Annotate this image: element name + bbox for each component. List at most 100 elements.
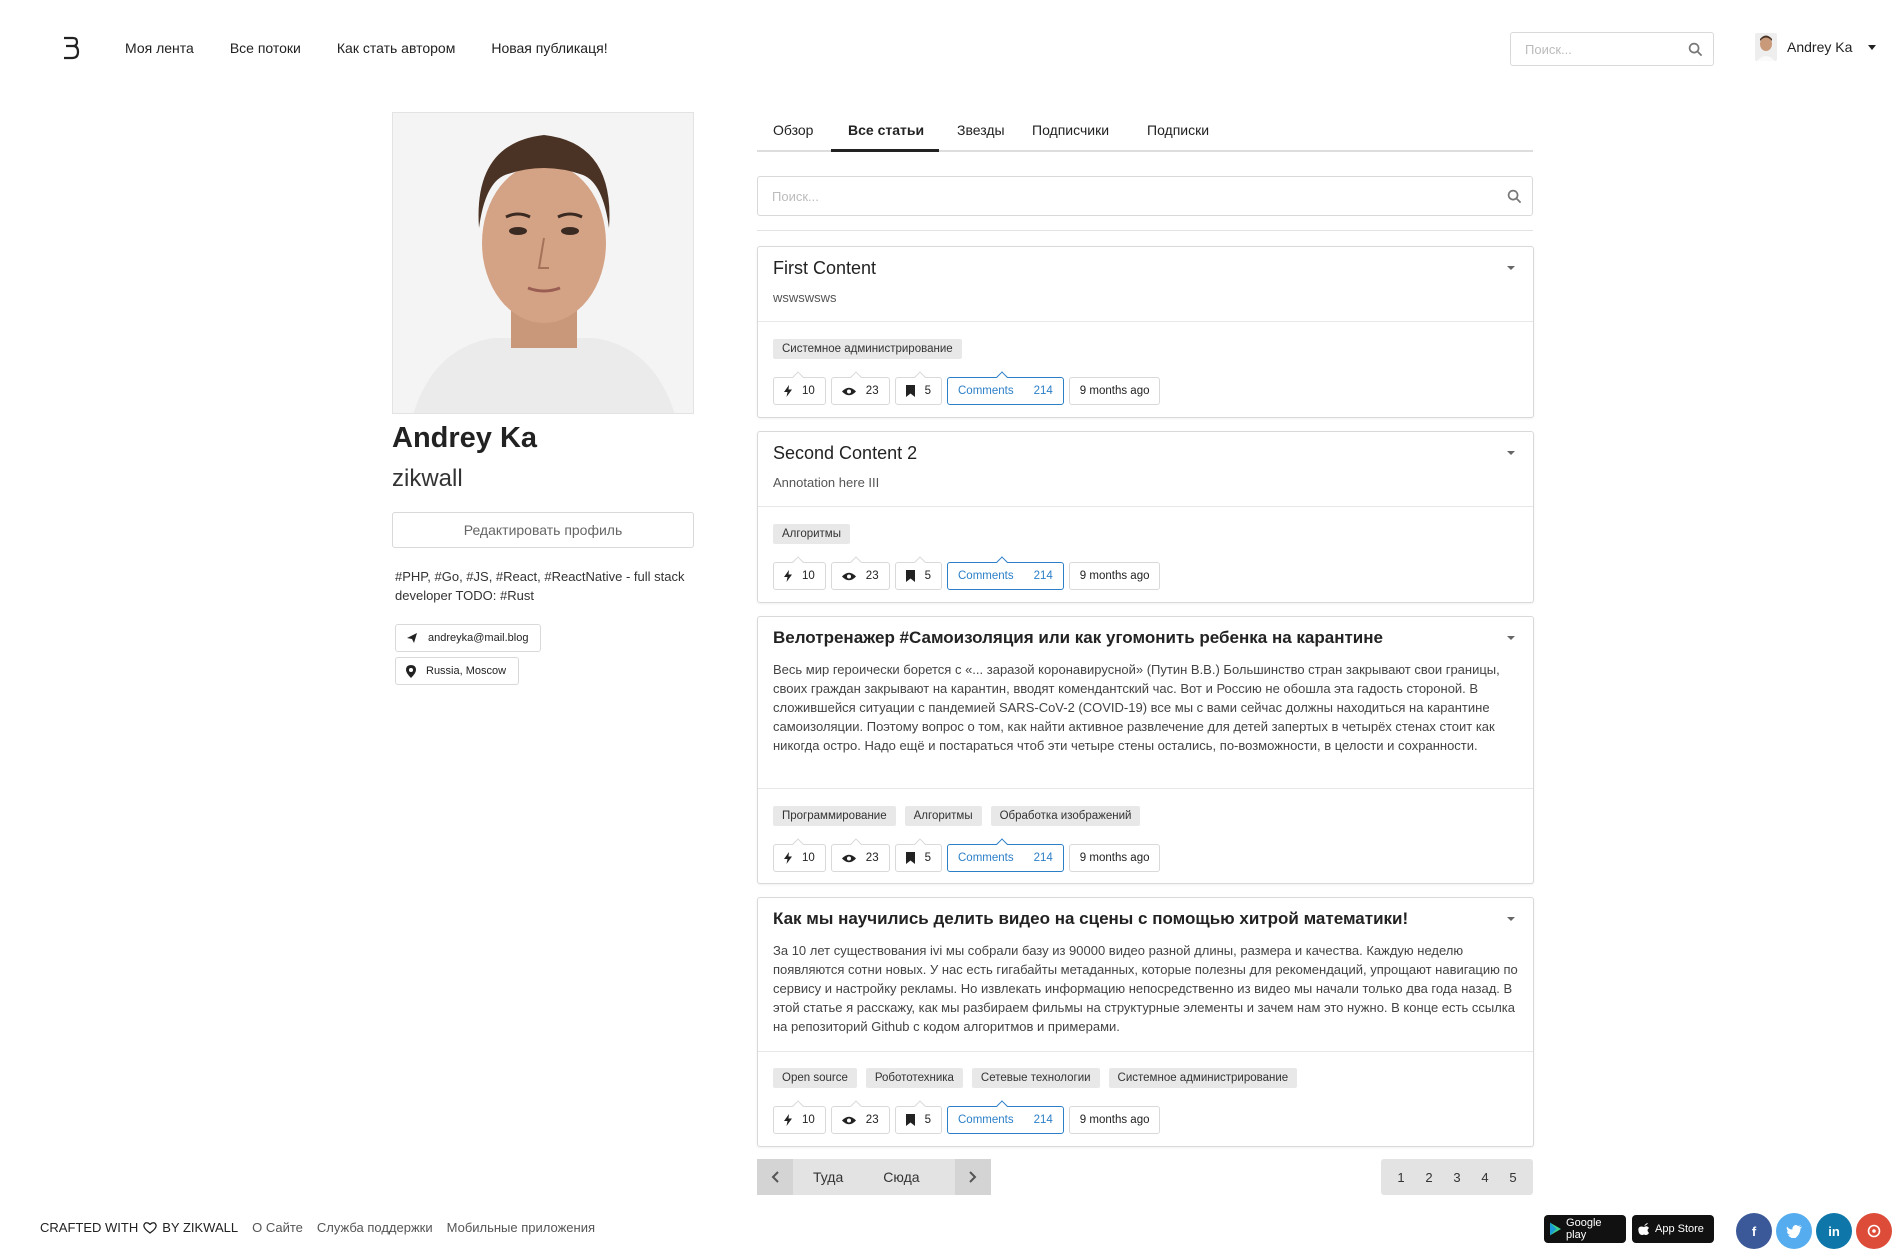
tag[interactable]: Робототехника (865, 1068, 963, 1088)
views-stat[interactable]: 23 (830, 1100, 890, 1134)
chevron-down-icon (1868, 44, 1877, 50)
tag[interactable]: Системное администрирование (1108, 1068, 1298, 1088)
tab-followers[interactable]: Подписчики (1032, 122, 1109, 138)
logo-icon[interactable] (62, 36, 80, 60)
nav-search-input[interactable] (1511, 33, 1681, 65)
content-card: Велотренажер #Самоизоляция или как угомо… (757, 616, 1534, 884)
footer-link-support[interactable]: Служба поддержки (317, 1220, 433, 1235)
published-time: 9 months ago (1068, 844, 1161, 872)
tab-stars[interactable]: Звезды (957, 122, 1005, 138)
eye-icon (841, 854, 856, 862)
location-chip: Russia, Moscow (395, 657, 520, 685)
content-card: Second Content 2 Annotation here III Алг… (757, 431, 1534, 603)
google-play-badge[interactable]: Google play (1544, 1215, 1626, 1243)
tag-list: Программирование Алгоритмы Обработка изо… (773, 806, 1141, 826)
likes-count: 10 (802, 1114, 815, 1126)
tag[interactable]: Системное администрирование (773, 339, 962, 359)
card-title[interactable]: First Content (773, 258, 876, 279)
facebook-icon[interactable]: f (1736, 1213, 1772, 1249)
tab-all-articles[interactable]: Все статьи (848, 122, 924, 138)
tab-subscriptions[interactable]: Подписки (1147, 122, 1209, 138)
divider (757, 230, 1533, 231)
pager-prev-label[interactable]: Туда (813, 1169, 843, 1185)
card-stats: 10 23 5 Comments 214 9 months ago (773, 838, 1161, 872)
search-icon[interactable] (1688, 42, 1703, 57)
bookmarks-count: 5 (924, 852, 931, 864)
heart-icon (143, 1221, 157, 1234)
bookmark-icon (905, 385, 915, 397)
top-navbar: Моя лента Все потоки Как стать автором Н… (0, 0, 1903, 100)
card-title[interactable]: Second Content 2 (773, 443, 917, 464)
tag[interactable]: Сетевые технологии (971, 1068, 1100, 1088)
views-stat[interactable]: 23 (830, 556, 890, 590)
profile-location: Russia, Moscow (426, 665, 507, 677)
likes-stat[interactable]: 10 (773, 1100, 826, 1134)
eye-icon (841, 387, 856, 395)
edit-profile-button[interactable]: Редактировать профиль (392, 512, 694, 548)
user-menu[interactable]: Andrey Ka (1755, 33, 1877, 61)
bookmarks-stat[interactable]: 5 (894, 1100, 942, 1134)
comments-label: Comments (958, 1114, 1014, 1126)
footer-link-mobile[interactable]: Мобильные приложения (447, 1220, 595, 1235)
email-chip[interactable]: andreyka@mail.blog (395, 624, 542, 652)
card-menu-caret-icon[interactable] (1507, 451, 1515, 455)
tag[interactable]: Алгоритмы (904, 806, 982, 826)
views-stat[interactable]: 23 (830, 371, 890, 405)
page-1[interactable]: 1 (1397, 1170, 1404, 1185)
nav-link-feed[interactable]: Моя лента (125, 40, 194, 56)
crafted-with: CRAFTED WITH BY ZIKWALL (40, 1220, 238, 1235)
eye-icon (841, 1116, 856, 1124)
time-text: 9 months ago (1079, 1114, 1150, 1126)
active-tab-indicator (831, 149, 939, 152)
likes-count: 10 (802, 852, 815, 864)
lightning-icon (784, 852, 792, 864)
comments-button[interactable]: Comments 214 (947, 838, 1064, 872)
comments-label: Comments (958, 852, 1014, 864)
chevron-left-icon[interactable] (757, 1159, 793, 1195)
bookmarks-stat[interactable]: 5 (894, 371, 942, 405)
likes-stat[interactable]: 10 (773, 556, 826, 590)
lightning-icon (784, 385, 792, 397)
views-stat[interactable]: 23 (830, 838, 890, 872)
comments-button[interactable]: Comments 214 (947, 556, 1064, 590)
card-menu-caret-icon[interactable] (1507, 266, 1515, 270)
card-title[interactable]: Велотренажер #Самоизоляция или как угомо… (773, 628, 1383, 648)
content-search-input[interactable] (758, 177, 1458, 215)
twitter-icon[interactable] (1776, 1213, 1812, 1249)
nav-link-all-streams[interactable]: Все потоки (230, 40, 301, 56)
nav-link-new-publication[interactable]: Новая публикаця! (491, 40, 607, 56)
page-5[interactable]: 5 (1509, 1170, 1516, 1185)
page-4[interactable]: 4 (1481, 1170, 1488, 1185)
profile-photo (392, 112, 694, 414)
profile-email: andreyka@mail.blog (428, 632, 529, 644)
other-social-icon[interactable] (1856, 1213, 1892, 1249)
linkedin-icon[interactable]: in (1816, 1213, 1852, 1249)
bookmarks-stat[interactable]: 5 (894, 838, 942, 872)
app-store-badge[interactable]: App Store (1632, 1215, 1714, 1243)
comments-button[interactable]: Comments 214 (947, 371, 1064, 405)
page-3[interactable]: 3 (1453, 1170, 1460, 1185)
bookmarks-stat[interactable]: 5 (894, 556, 942, 590)
time-text: 9 months ago (1079, 385, 1150, 397)
tag[interactable]: Программирование (773, 806, 896, 826)
views-count: 23 (865, 1114, 879, 1126)
card-title[interactable]: Как мы научились делить видео на сцены с… (773, 909, 1408, 929)
tag[interactable]: Open source (773, 1068, 857, 1088)
card-annotation: Annotation here III (773, 475, 880, 490)
tag[interactable]: Обработка изображений (990, 806, 1141, 826)
pager-next-label[interactable]: Сюда (883, 1169, 919, 1185)
page-2[interactable]: 2 (1425, 1170, 1432, 1185)
tag-list: Алгоритмы (773, 524, 850, 544)
chevron-right-icon[interactable] (955, 1159, 991, 1195)
comments-button[interactable]: Comments 214 (947, 1100, 1064, 1134)
footer-link-about[interactable]: О Сайте (252, 1220, 303, 1235)
tag[interactable]: Алгоритмы (773, 524, 850, 544)
search-icon[interactable] (1507, 189, 1522, 204)
likes-stat[interactable]: 10 (773, 371, 826, 405)
tab-overview[interactable]: Обзор (773, 122, 813, 138)
card-menu-caret-icon[interactable] (1507, 917, 1515, 921)
likes-stat[interactable]: 10 (773, 838, 826, 872)
nav-link-become-author[interactable]: Как стать автором (337, 40, 455, 56)
card-menu-caret-icon[interactable] (1507, 636, 1515, 640)
card-stats: 10 23 5 Comments 214 9 months ago (773, 556, 1161, 590)
